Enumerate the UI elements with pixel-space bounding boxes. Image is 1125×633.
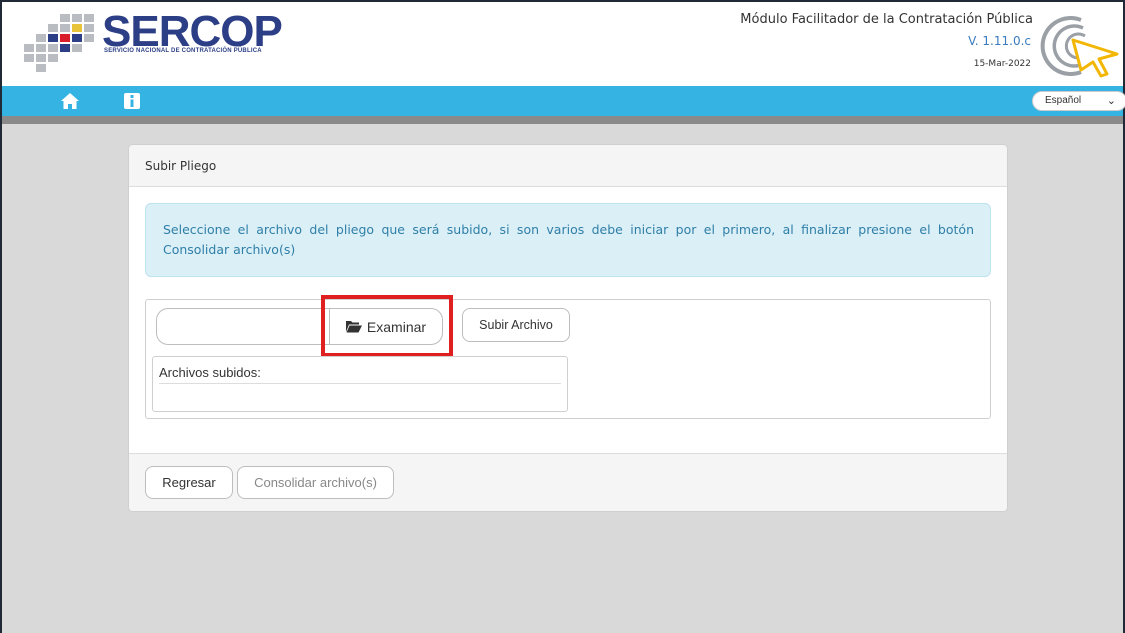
chevron-down-icon: ⌄ bbox=[1106, 95, 1116, 107]
app-title: Módulo Facilitador de la Contratación Pú… bbox=[740, 12, 1033, 27]
uploaded-files-list: Archivos subidos: bbox=[152, 356, 568, 412]
cursor-logo-icon bbox=[1040, 16, 1119, 78]
app-date: 15-Mar-2022 bbox=[973, 59, 1031, 69]
back-button[interactable]: Regresar bbox=[145, 466, 233, 499]
nav-bar: Español ⌄ bbox=[2, 86, 1125, 116]
info-alert: Seleccione el archivo del pliego que ser… bbox=[145, 203, 991, 277]
language-value: Español bbox=[1045, 95, 1082, 106]
upload-file-button[interactable]: Subir Archivo bbox=[462, 308, 570, 342]
consolidate-button[interactable]: Consolidar archivo(s) bbox=[237, 466, 394, 499]
language-select[interactable]: Español ⌄ bbox=[1032, 91, 1125, 111]
upload-box: Examinar Subir Archivo Archivos subidos: bbox=[145, 295, 991, 419]
app-version: V. 1.11.0.c bbox=[968, 34, 1031, 48]
logo-subtext: SERVICIO NACIONAL DE CONTRATACIÓN PÚBLIC… bbox=[104, 48, 262, 54]
panel-footer: Regresar Consolidar archivo(s) bbox=[129, 453, 1007, 511]
browse-label: Examinar bbox=[366, 318, 427, 335]
home-icon[interactable] bbox=[60, 91, 80, 111]
uploaded-files-label: Archivos subidos: bbox=[159, 365, 561, 384]
main-content: Subir Pliego Seleccione el archivo del p… bbox=[2, 124, 1123, 633]
panel-title: Subir Pliego bbox=[129, 145, 1007, 187]
file-path-input[interactable] bbox=[156, 308, 330, 345]
logo-mark bbox=[22, 14, 97, 74]
info-icon[interactable] bbox=[122, 91, 142, 111]
folder-open-icon bbox=[345, 321, 362, 333]
app-header: SERCOP SERVICIO NACIONAL DE CONTRATACIÓN… bbox=[2, 2, 1123, 86]
browse-button[interactable]: Examinar bbox=[329, 308, 443, 345]
nav-divider bbox=[2, 116, 1123, 124]
upload-panel: Subir Pliego Seleccione el archivo del p… bbox=[128, 144, 1008, 512]
